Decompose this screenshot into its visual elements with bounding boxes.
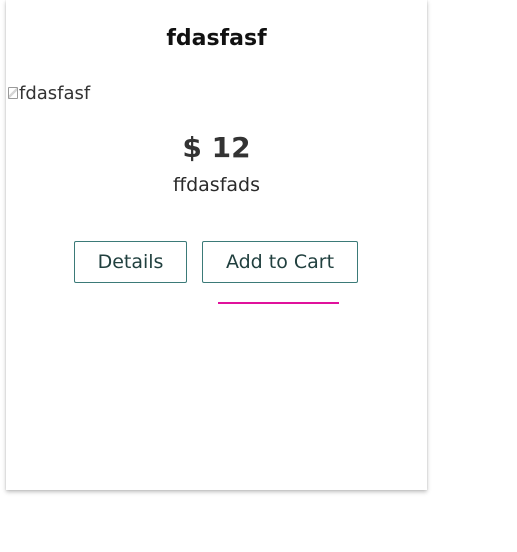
product-price: $ 12: [182, 131, 251, 164]
product-description: ffdasfads: [173, 174, 260, 196]
focus-underline: [218, 302, 339, 304]
product-title: fdasfasf: [166, 26, 267, 51]
product-image-alt-text: fdasfasf: [19, 82, 91, 104]
add-to-cart-button[interactable]: Add to Cart: [202, 241, 358, 283]
product-card: fdasfasf fdasfasf $ 12 ffdasfads Details…: [6, 0, 427, 490]
broken-image-icon: [8, 87, 18, 99]
product-image: fdasfasf: [8, 82, 90, 104]
details-button[interactable]: Details: [74, 241, 187, 283]
